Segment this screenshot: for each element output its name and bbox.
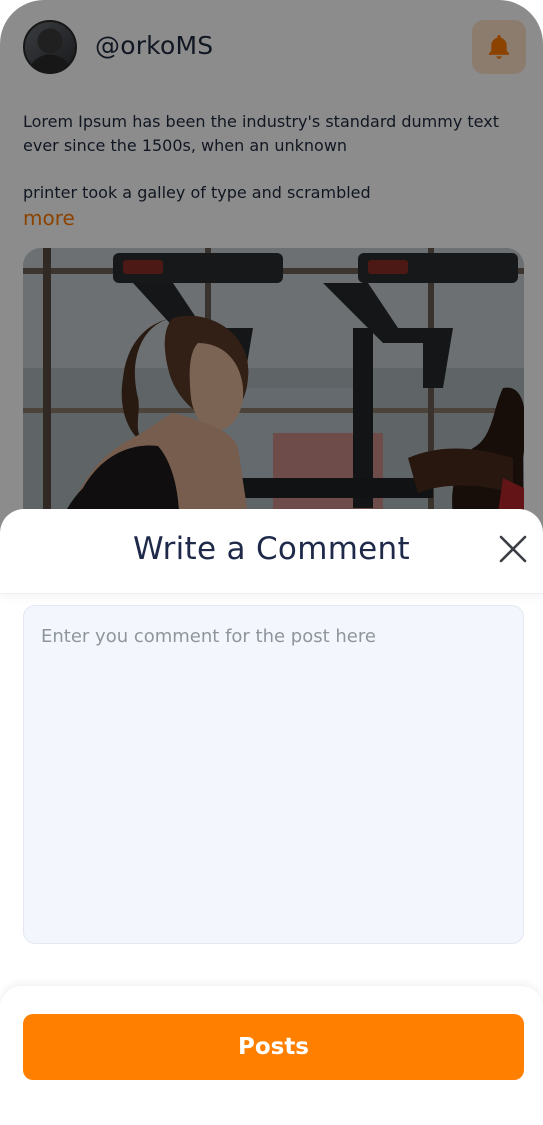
app-screen: @orkoMS Lorem Ipsum has been the industr… — [0, 0, 543, 1125]
close-button[interactable] — [497, 533, 529, 565]
post-comment-button[interactable]: Posts — [23, 1014, 524, 1080]
sheet-title: Write a Comment — [133, 531, 410, 567]
comment-input[interactable] — [23, 605, 524, 944]
close-icon — [499, 535, 527, 563]
comment-sheet-header: Write a Comment — [0, 509, 543, 594]
sheet-footer: Posts — [0, 986, 543, 1125]
comment-sheet: Write a Comment Posts — [0, 509, 543, 1125]
